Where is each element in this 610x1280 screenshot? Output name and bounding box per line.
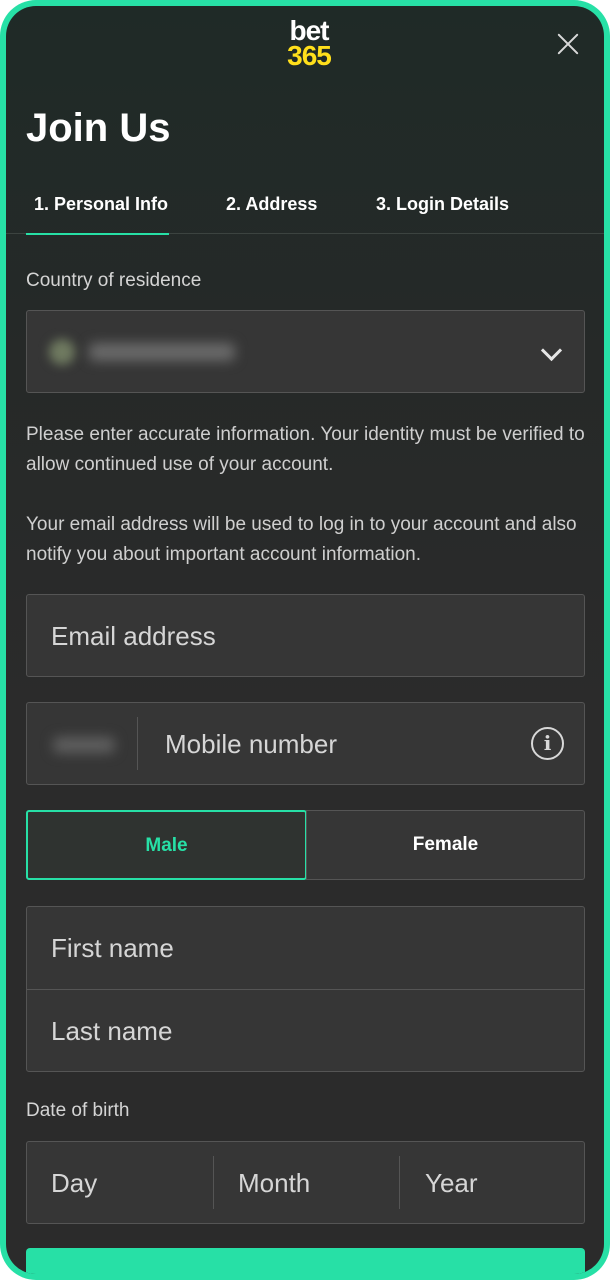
- info-icon[interactable]: i: [531, 727, 564, 760]
- divider: [399, 1156, 400, 1209]
- tab-address[interactable]: 2. Address: [226, 194, 317, 234]
- male-button[interactable]: Male: [26, 810, 307, 880]
- chevron-down-icon: [537, 339, 565, 367]
- dob-day-input[interactable]: Day: [51, 1168, 97, 1199]
- female-button[interactable]: Female: [306, 810, 585, 880]
- divider: [27, 989, 584, 990]
- dob-year-input[interactable]: Year: [425, 1168, 478, 1199]
- dob-month-input[interactable]: Month: [238, 1168, 310, 1199]
- divider: [137, 717, 138, 770]
- page-title: Join Us: [26, 106, 171, 150]
- dob-field: Day Month Year: [26, 1141, 585, 1224]
- email-placeholder: Email address: [51, 621, 216, 651]
- close-icon[interactable]: [554, 30, 582, 58]
- device-frame: bet 365 Join Us 1. Personal Info 2. Addr…: [0, 0, 610, 1280]
- country-label: Country of residence: [26, 270, 202, 291]
- logo-line-2: 365: [287, 40, 332, 71]
- tab-personal-info[interactable]: 1. Personal Info: [25, 194, 170, 235]
- country-flag-icon: [49, 339, 75, 365]
- divider: [213, 1156, 214, 1209]
- mobile-field[interactable]: Mobile number i: [26, 702, 585, 785]
- mobile-placeholder: Mobile number: [165, 729, 337, 759]
- dob-label: Date of birth: [26, 1100, 130, 1121]
- country-value-redacted: [89, 343, 235, 361]
- country-select[interactable]: [26, 310, 585, 393]
- continue-button[interactable]: [26, 1248, 585, 1274]
- last-name-field[interactable]: Last name: [51, 1016, 172, 1047]
- first-name-field[interactable]: First name: [51, 933, 174, 964]
- gender-toggle: Male Female: [26, 810, 585, 880]
- tab-login-details[interactable]: 3. Login Details: [376, 194, 509, 234]
- name-fields: First name Last name: [26, 906, 585, 1072]
- identity-info-text: Please enter accurate information. Your …: [26, 424, 585, 475]
- signup-modal: bet 365 Join Us 1. Personal Info 2. Addr…: [6, 6, 604, 1274]
- bet365-logo: bet 365: [278, 17, 340, 71]
- step-tabs: 1. Personal Info 2. Address 3. Login Det…: [6, 194, 604, 235]
- dial-code-redacted[interactable]: [53, 737, 115, 753]
- email-info-text: Your email address will be used to log i…: [26, 514, 577, 565]
- email-field[interactable]: Email address: [26, 594, 585, 677]
